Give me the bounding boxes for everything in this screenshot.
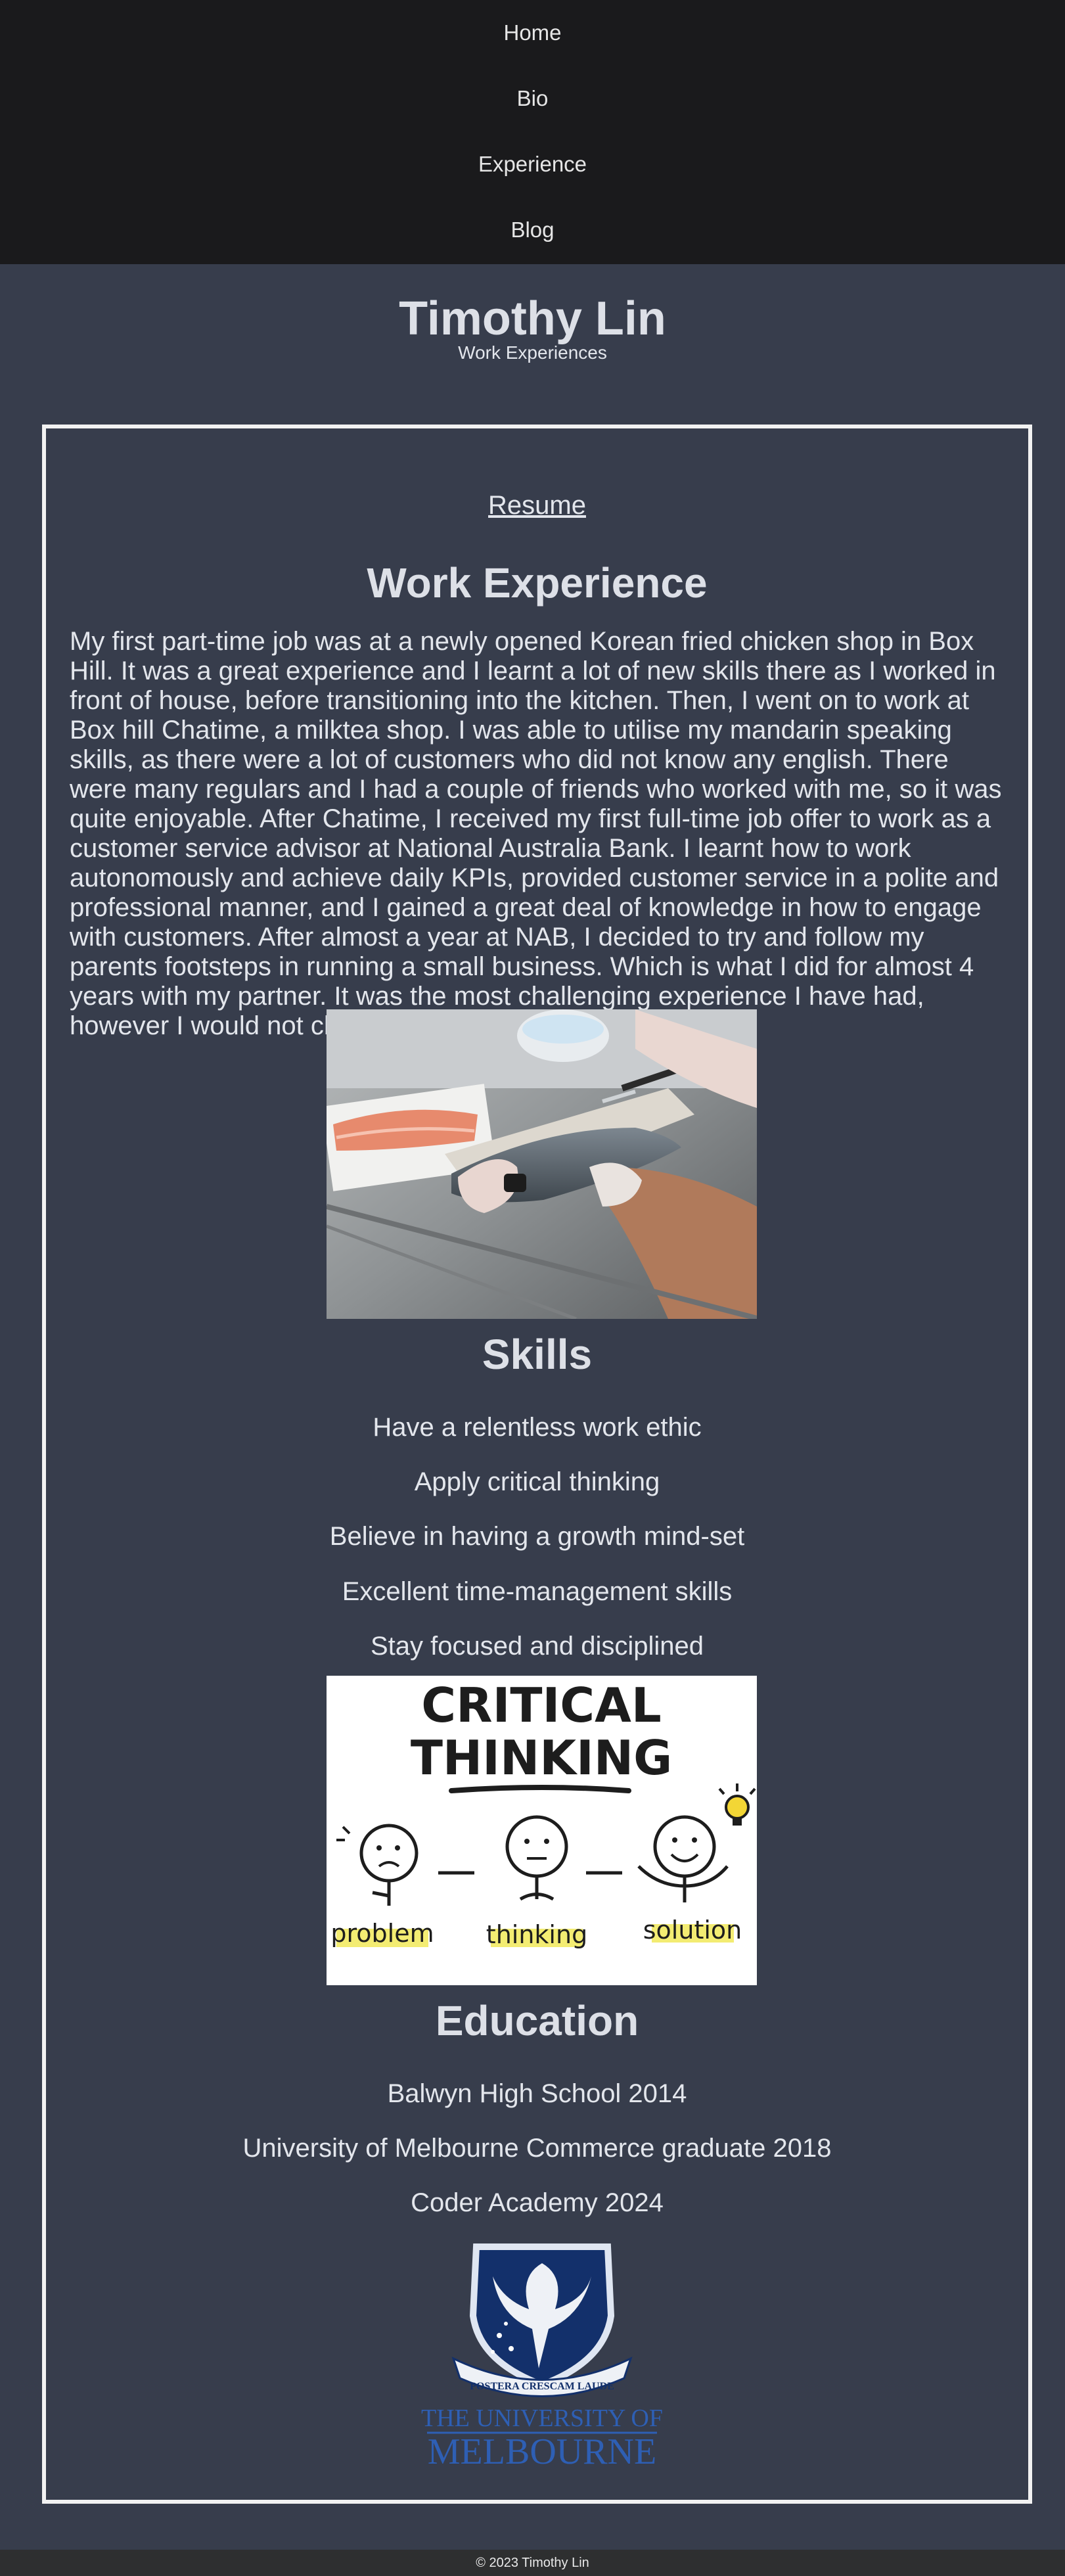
page-subtitle: Work Experiences xyxy=(458,342,607,363)
nav-bio[interactable]: Bio xyxy=(517,66,549,131)
solution-label: solution xyxy=(643,1916,742,1944)
main-nav: Home Bio Experience Blog xyxy=(0,0,1065,264)
fish-filleting-photo xyxy=(327,1009,757,1319)
nav-home[interactable]: Home xyxy=(503,0,561,66)
content-box: Resume Work Experience My first part-tim… xyxy=(42,425,1032,2504)
logo-line2: MELBOURNE xyxy=(428,2431,656,2468)
page-header: Timothy Lin Work Experiences xyxy=(0,264,1065,363)
page-footer: © 2023 Timothy Lin xyxy=(0,2550,1065,2576)
logo-line1: THE UNIVERSITY OF xyxy=(421,2404,663,2432)
problem-label: problem xyxy=(330,1919,434,1948)
education-item: Coder Academy 2024 xyxy=(411,2188,664,2217)
skill-item: Apply critical thinking xyxy=(414,1467,660,1496)
university-logo: POSTERA CRESCAM LAUDE THE UNIVERSITY OF … xyxy=(414,2237,670,2472)
logo-motto: POSTERA CRESCAM LAUDE xyxy=(470,2381,614,2392)
thinking-label: thinking xyxy=(486,1920,587,1949)
education-item: Balwyn High School 2014 xyxy=(387,2079,687,2108)
skill-item: Believe in having a growth mind-set xyxy=(329,1522,745,1551)
nav-blog[interactable]: Blog xyxy=(510,197,554,263)
skill-item: Excellent time-management skills xyxy=(342,1577,733,1606)
resume-link[interactable]: Resume xyxy=(46,491,1028,520)
critical-word: CRITICAL xyxy=(421,1678,661,1733)
skill-item: Stay focused and disciplined xyxy=(371,1632,704,1661)
page-title: Timothy Lin xyxy=(399,292,666,345)
education-item: University of Melbourne Commerce graduat… xyxy=(242,2134,832,2163)
nav-experience[interactable]: Experience xyxy=(478,131,587,197)
education-heading: Education xyxy=(435,1997,639,2044)
thinking-word: THINKING xyxy=(411,1730,672,1785)
skills-heading: Skills xyxy=(482,1331,593,1378)
work-experience-heading: Work Experience xyxy=(367,559,708,607)
skill-item: Have a relentless work ethic xyxy=(373,1413,702,1442)
critical-thinking-image: CRITICAL THINKING problem thinking solut… xyxy=(327,1676,757,1985)
work-experience-text: My first part-time job was at a newly op… xyxy=(70,627,1002,1040)
